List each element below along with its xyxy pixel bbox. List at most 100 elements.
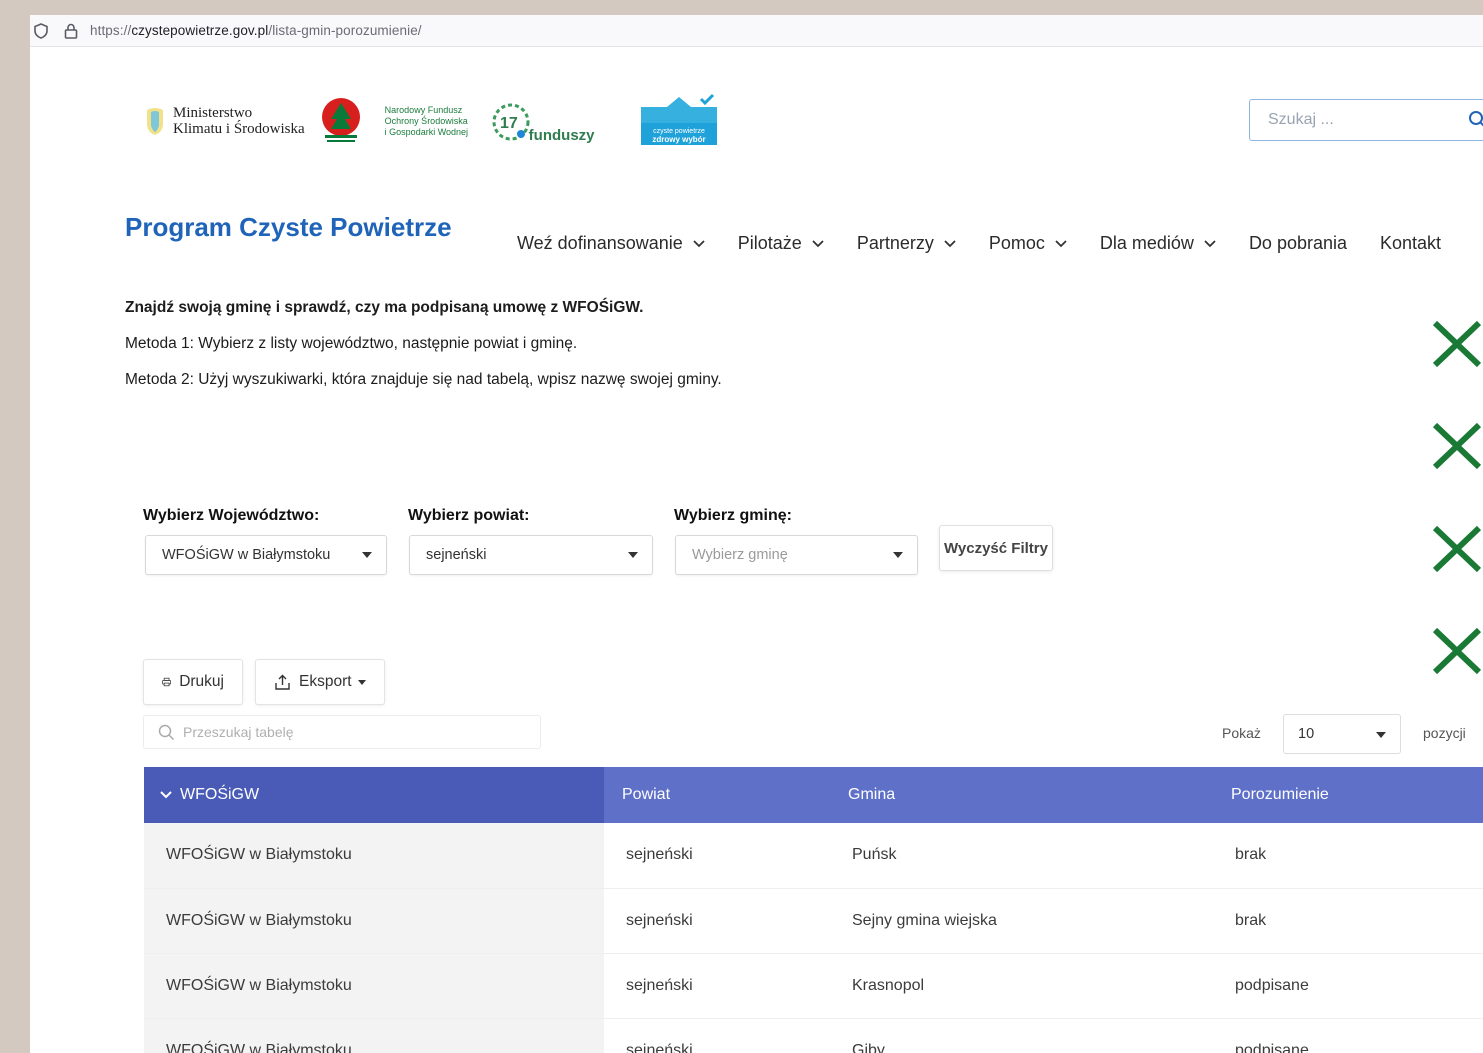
table-search-input[interactable] [183,724,513,740]
column-header-powiat[interactable]: Powiat [604,767,830,823]
clear-filters-button[interactable]: Wyczyść Filtry [939,525,1053,571]
cell-gmina: Giby [830,1018,1213,1053]
caret-down-icon [1376,732,1386,738]
chevron-down-icon [693,239,705,247]
cp-logo-line2: zdrowy wybór [652,135,705,144]
page-size-select[interactable]: 10 [1283,714,1401,754]
nfosigw-line2: Ochrony Środowiska [384,115,468,126]
nav-item-partnerzy[interactable]: Partnerzy [857,233,956,254]
ministry-logo[interactable]: Ministerstwo Klimatu i Środowiska [145,105,305,137]
print-button[interactable]: Drukuj [143,659,243,705]
x-mark-icon [1432,525,1482,573]
table-row[interactable]: WFOŚiGW w Białymstoku sejneński Krasnopo… [144,953,1483,1019]
17-circle-icon: 17 [492,103,530,141]
nav-label: Weź dofinansowanie [517,233,683,253]
intro-method1: Metoda 1: Wybierz z listy województwo, n… [125,335,578,352]
commune-select[interactable]: Wybierz gminę [675,535,918,575]
table-header-row: WFOŚiGW Powiat Gmina Porozumienie [144,767,1483,823]
czyste-powietrze-logo[interactable]: czyste powietrze zdrowy wybór [637,93,721,149]
page-size-value: 10 [1298,726,1315,742]
nav-item-pomoc[interactable]: Pomoc [989,233,1067,254]
chevron-down-icon [160,791,172,799]
nfosigw-line3: i Gospodarki Wodnej [384,126,469,137]
show-label: Pokaż [1222,725,1261,741]
lock-icon[interactable] [60,20,82,42]
chevron-down-icon [1204,239,1216,247]
upload-icon [275,674,290,690]
page-content: Ministerstwo Klimatu i Środowiska Narodo… [30,47,1483,1053]
caret-down-icon [362,552,372,558]
17-funduszy-logo[interactable]: 17 funduszy [491,98,595,144]
column-header-porozumienie[interactable]: Porozumienie [1213,767,1483,823]
positions-label: pozycji [1423,725,1466,741]
x-mark-icon [1432,627,1482,675]
cell-gmina: Krasnopol [830,953,1213,1019]
url-prefix: https:// [90,23,132,38]
commune-placeholder: Wybierz gminę [692,547,788,563]
eu-funds-emblem-icon[interactable] [319,97,363,145]
nfosigw-logo[interactable]: Narodowy Fundusz Ochrony Środowiska i Go… [385,105,485,138]
site-search[interactable] [1249,99,1483,141]
17-number: 17 [500,115,518,132]
table-row[interactable]: WFOŚiGW w Białymstoku sejneński Sejny gm… [144,888,1483,954]
funduszy-text: funduszy [528,127,595,144]
cell-powiat: sejneński [604,953,830,1019]
county-label: Wybierz powiat: [408,507,530,524]
export-button[interactable]: Eksport [255,659,385,705]
nav-item-pilotaze[interactable]: Pilotaże [738,233,824,254]
url-path: /lista-gmin-porozumienie/ [268,23,422,38]
browser-address-bar[interactable]: https://czystepowietrze.gov.pl/lista-gmi… [30,15,1483,47]
intro-heading: Znajdź swoją gminę i sprawdź, czy ma pod… [125,299,644,316]
nav-item-dofinansowanie[interactable]: Weź dofinansowanie [517,233,705,254]
column-header-wfosigw[interactable]: WFOŚiGW [144,767,604,823]
chevron-down-icon [944,239,956,247]
cell-porozumienie: brak [1213,823,1483,889]
county-select[interactable]: sejneński [409,535,653,575]
cell-porozumienie: podpisane [1213,953,1483,1019]
url-domain: czystepowietrze.gov.pl [131,23,269,38]
shield-outline-icon[interactable] [30,20,52,42]
voivodeship-select[interactable]: WFOŚiGW w Białymstoku [145,535,387,575]
print-label: Drukuj [179,673,224,690]
cell-powiat: sejneński [604,1018,830,1053]
table-row[interactable]: WFOŚiGW w Białymstoku sejneński Puńsk br… [144,823,1483,889]
partner-logos: Ministerstwo Klimatu i Środowiska Narodo… [145,91,721,151]
communes-table: WFOŚiGW Powiat Gmina Porozumienie WFOŚiG… [144,767,1483,1053]
nav-label: Partnerzy [856,233,934,253]
table-row[interactable]: WFOŚiGW w Białymstoku sejneński Giby pod… [144,1018,1483,1053]
nfosigw-line1: Narodowy Fundusz [384,104,463,115]
main-nav: Weź dofinansowanie Pilotaże Partnerzy Po… [517,233,1474,254]
cell-porozumienie: brak [1213,888,1483,954]
url-text[interactable]: https://czystepowietrze.gov.pl/lista-gmi… [90,23,422,38]
nav-item-do-pobrania[interactable]: Do pobrania [1249,233,1347,254]
ministry-logo-line1: Ministerstwo [173,105,253,121]
x-mark-icon [1432,320,1482,368]
ministry-emblem-icon [147,108,163,135]
table-search[interactable] [143,715,541,749]
nav-item-kontakt[interactable]: Kontakt [1380,233,1441,254]
nav-item-dla-mediow[interactable]: Dla mediów [1100,233,1216,254]
cell-gmina: Puńsk [830,823,1213,889]
cell-wfosigw: WFOŚiGW w Białymstoku [144,823,604,889]
cell-powiat: sejneński [604,823,830,889]
chevron-down-icon [812,239,824,247]
intro-text: Znajdź swoją gminę i sprawdź, czy ma pod… [125,299,722,407]
site-search-input[interactable] [1268,111,1468,129]
site-title[interactable]: Program Czyste Powietrze [125,212,452,243]
voivodeship-value: WFOŚiGW w Białymstoku [162,547,331,563]
caret-down-icon [628,552,638,558]
export-label: Eksport [299,673,352,690]
caret-down-icon [893,552,903,558]
cell-wfosigw: WFOŚiGW w Białymstoku [144,1018,604,1053]
county-value: sejneński [426,547,487,563]
cell-wfosigw: WFOŚiGW w Białymstoku [144,953,604,1019]
search-icon[interactable] [1468,110,1483,130]
cell-wfosigw: WFOŚiGW w Białymstoku [144,888,604,954]
intro-method2: Metoda 2: Użyj wyszukiwarki, która znajd… [125,371,722,388]
ministry-logo-line2: Klimatu i Środowiska [173,121,305,137]
column-header-gmina[interactable]: Gmina [830,767,1213,823]
commune-label: Wybierz gminę: [674,507,792,524]
nav-label: Pilotaże [737,233,802,253]
cp-logo-line1: czyste powietrze [653,128,705,135]
caret-down-icon [357,679,366,685]
